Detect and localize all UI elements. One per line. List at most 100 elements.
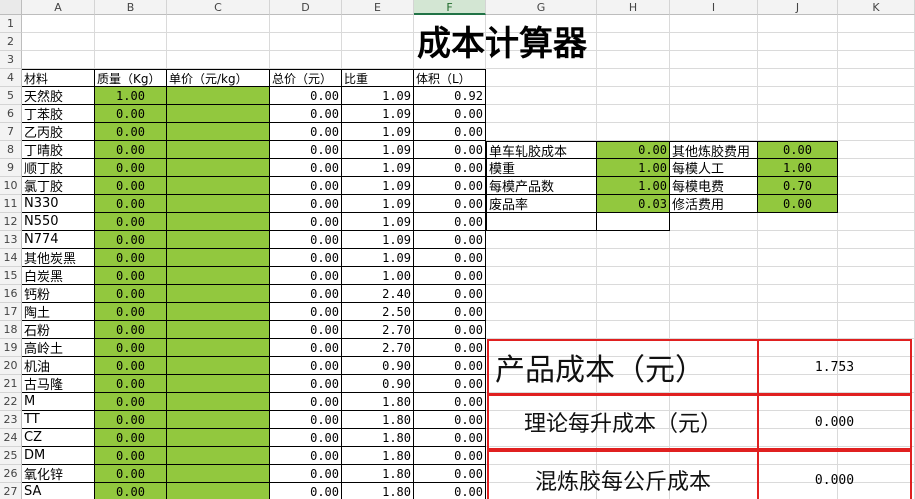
param-input[interactable]: 0.70 <box>758 177 838 195</box>
density-cell[interactable]: 1.09 <box>342 87 414 105</box>
unit-price-input[interactable] <box>167 249 270 267</box>
unit-price-input[interactable] <box>167 339 270 357</box>
unit-price-input[interactable] <box>167 87 270 105</box>
density-cell[interactable]: 1.80 <box>342 393 414 411</box>
unit-price-input[interactable] <box>167 375 270 393</box>
unit-price-input[interactable] <box>167 357 270 375</box>
empty-cell[interactable] <box>597 213 670 231</box>
density-cell[interactable]: 2.70 <box>342 321 414 339</box>
column-header-c[interactable]: C <box>167 0 270 15</box>
unit-price-input[interactable] <box>167 429 270 447</box>
mass-input[interactable]: 0.00 <box>95 321 167 339</box>
unit-price-input[interactable] <box>167 123 270 141</box>
row-header-11[interactable]: 11 <box>0 195 22 213</box>
select-all-corner[interactable] <box>0 0 22 15</box>
row-header-3[interactable]: 3 <box>0 51 22 69</box>
density-cell[interactable]: 2.50 <box>342 303 414 321</box>
mass-input[interactable]: 0.00 <box>95 411 167 429</box>
row-header-5[interactable]: 5 <box>0 87 22 105</box>
density-cell[interactable]: 2.70 <box>342 339 414 357</box>
column-header-d[interactable]: D <box>270 0 342 15</box>
mass-input[interactable]: 1.00 <box>95 87 167 105</box>
row-header-21[interactable]: 21 <box>0 375 22 393</box>
unit-price-input[interactable] <box>167 177 270 195</box>
mass-input[interactable]: 0.00 <box>95 213 167 231</box>
param-input[interactable]: 0.03 <box>597 195 670 213</box>
row-header-27[interactable]: 27 <box>0 483 22 499</box>
density-cell[interactable]: 1.09 <box>342 159 414 177</box>
row-header-15[interactable]: 15 <box>0 267 22 285</box>
mass-input[interactable]: 0.00 <box>95 249 167 267</box>
row-header-23[interactable]: 23 <box>0 411 22 429</box>
row-header-13[interactable]: 13 <box>0 231 22 249</box>
row-header-14[interactable]: 14 <box>0 249 22 267</box>
param-input[interactable]: 0.00 <box>758 195 838 213</box>
unit-price-input[interactable] <box>167 465 270 483</box>
column-header-k[interactable]: K <box>838 0 915 15</box>
column-header-h[interactable]: H <box>597 0 670 15</box>
row-header-16[interactable]: 16 <box>0 285 22 303</box>
param-input[interactable]: 0.00 <box>597 141 670 159</box>
mass-input[interactable]: 0.00 <box>95 105 167 123</box>
row-header-7[interactable]: 7 <box>0 123 22 141</box>
column-header-e[interactable]: E <box>342 0 414 15</box>
unit-price-input[interactable] <box>167 231 270 249</box>
unit-price-input[interactable] <box>167 447 270 465</box>
unit-price-input[interactable] <box>167 393 270 411</box>
unit-price-input[interactable] <box>167 141 270 159</box>
density-cell[interactable]: 1.09 <box>342 141 414 159</box>
density-cell[interactable]: 1.09 <box>342 213 414 231</box>
row-header-26[interactable]: 26 <box>0 465 22 483</box>
row-header-18[interactable]: 18 <box>0 321 22 339</box>
column-header-f[interactable]: F <box>414 0 486 15</box>
unit-price-input[interactable] <box>167 105 270 123</box>
mass-input[interactable]: 0.00 <box>95 357 167 375</box>
row-header-1[interactable]: 1 <box>0 15 22 33</box>
density-cell[interactable]: 1.09 <box>342 249 414 267</box>
column-header-b[interactable]: B <box>95 0 167 15</box>
mass-input[interactable]: 0.00 <box>95 483 167 499</box>
row-header-25[interactable]: 25 <box>0 447 22 465</box>
mass-input[interactable]: 0.00 <box>95 267 167 285</box>
unit-price-input[interactable] <box>167 483 270 499</box>
mass-input[interactable]: 0.00 <box>95 339 167 357</box>
row-header-4[interactable]: 4 <box>0 69 22 87</box>
row-header-19[interactable]: 19 <box>0 339 22 357</box>
row-header-9[interactable]: 9 <box>0 159 22 177</box>
column-header-i[interactable]: I <box>670 0 758 15</box>
density-cell[interactable]: 1.09 <box>342 177 414 195</box>
row-header-8[interactable]: 8 <box>0 141 22 159</box>
column-header-j[interactable]: J <box>758 0 838 15</box>
density-cell[interactable]: 1.09 <box>342 195 414 213</box>
unit-price-input[interactable] <box>167 321 270 339</box>
mass-input[interactable]: 0.00 <box>95 141 167 159</box>
density-cell[interactable]: 1.09 <box>342 123 414 141</box>
param-input[interactable]: 1.00 <box>597 177 670 195</box>
mass-input[interactable]: 0.00 <box>95 303 167 321</box>
empty-cell[interactable] <box>486 213 597 231</box>
row-header-6[interactable]: 6 <box>0 105 22 123</box>
row-header-20[interactable]: 20 <box>0 357 22 375</box>
unit-price-input[interactable] <box>167 285 270 303</box>
unit-price-input[interactable] <box>167 303 270 321</box>
mass-input[interactable]: 0.00 <box>95 195 167 213</box>
mass-input[interactable]: 0.00 <box>95 393 167 411</box>
mass-input[interactable]: 0.00 <box>95 231 167 249</box>
density-cell[interactable]: 1.09 <box>342 231 414 249</box>
unit-price-input[interactable] <box>167 411 270 429</box>
unit-price-input[interactable] <box>167 213 270 231</box>
mass-input[interactable]: 0.00 <box>95 159 167 177</box>
spreadsheet[interactable]: ABCDEFGHIJK 1 2 3 4 5 6 7 8 9 10 11 12 13 14 15 16 17 18 1… <box>0 0 915 499</box>
density-cell[interactable]: 1.09 <box>342 105 414 123</box>
column-header-a[interactable]: A <box>22 0 95 15</box>
param-input[interactable]: 0.00 <box>758 141 838 159</box>
density-cell[interactable]: 1.80 <box>342 465 414 483</box>
param-input[interactable]: 1.00 <box>597 159 670 177</box>
mass-input[interactable]: 0.00 <box>95 465 167 483</box>
row-header-17[interactable]: 17 <box>0 303 22 321</box>
density-cell[interactable]: 0.90 <box>342 357 414 375</box>
density-cell[interactable]: 1.80 <box>342 411 414 429</box>
column-header-g[interactable]: G <box>486 0 597 15</box>
row-header-12[interactable]: 12 <box>0 213 22 231</box>
density-cell[interactable]: 2.40 <box>342 285 414 303</box>
